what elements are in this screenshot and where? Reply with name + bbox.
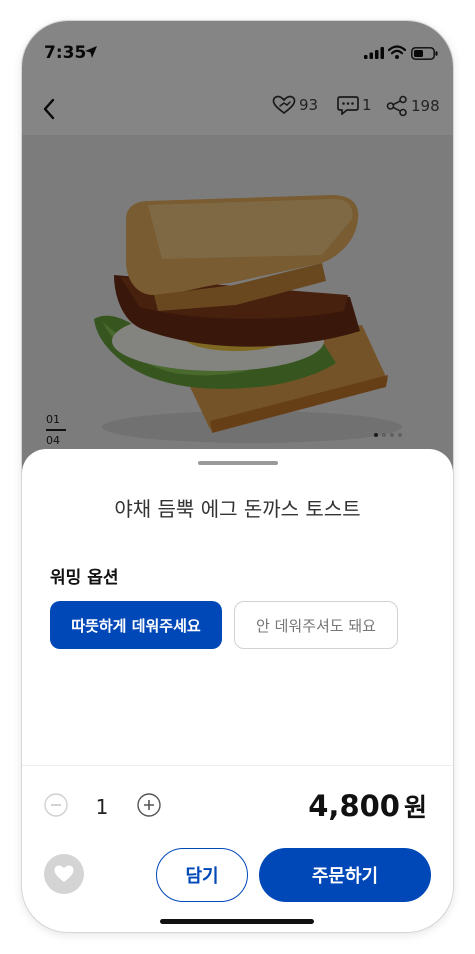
image-counter-total: 04 xyxy=(46,434,60,447)
option-warm-button[interactable]: 따뜻하게 데워주세요 xyxy=(50,601,222,649)
cellular-signal-icon xyxy=(364,47,384,59)
carousel-dot[interactable] xyxy=(382,433,386,437)
carousel-dot[interactable] xyxy=(374,433,378,437)
comment-bubble-icon xyxy=(337,96,359,115)
carousel-dot[interactable] xyxy=(398,433,402,437)
comment-stat[interactable]: 1 xyxy=(337,95,372,115)
top-bar: 93 1 198 xyxy=(22,83,453,135)
phone-frame: 7:35 93 1 198 01 04 야채 듬뿍 에그 돈까스 토스트 워밍 … xyxy=(22,21,453,932)
minus-circle-icon[interactable] xyxy=(44,793,68,817)
home-indicator xyxy=(160,919,314,924)
favorite-button[interactable] xyxy=(44,854,84,894)
image-counter-divider xyxy=(46,429,66,431)
product-title: 야채 듬뿍 에그 돈까스 토스트 xyxy=(114,497,361,521)
carousel-dots xyxy=(374,433,402,437)
image-counter-current: 01 xyxy=(46,413,60,426)
share-icon xyxy=(386,95,407,117)
back-arrow-icon[interactable] xyxy=(38,95,62,123)
plus-circle-icon[interactable] xyxy=(137,793,161,817)
share-count: 198 xyxy=(411,97,440,115)
option-bottom-sheet: 야채 듬뿍 에그 돈까스 토스트 워밍 옵션 따뜻하게 데워주세요 안 데워주셔… xyxy=(22,449,453,932)
battery-icon xyxy=(411,47,438,60)
heart-outline-icon xyxy=(272,95,296,115)
quantity-value: 1 xyxy=(95,795,109,819)
heart-filled-icon xyxy=(54,865,74,882)
price-amount: 4,800 xyxy=(308,789,400,823)
wifi-icon xyxy=(388,45,406,59)
sheet-drag-handle[interactable] xyxy=(198,461,278,465)
sandwich-photo xyxy=(94,195,402,443)
status-time: 7:35 xyxy=(44,43,87,63)
comment-count: 1 xyxy=(362,96,372,114)
price: 4,800 원 xyxy=(308,788,427,824)
warming-option-label: 워밍 옵션 xyxy=(50,568,119,588)
option-no-warm-button[interactable]: 안 데워주셔도 돼요 xyxy=(234,601,398,649)
price-currency: 원 xyxy=(403,793,427,822)
add-to-cart-button[interactable]: 담기 xyxy=(156,848,248,902)
location-arrow-icon xyxy=(85,46,97,58)
carousel-dot[interactable] xyxy=(390,433,394,437)
like-count: 93 xyxy=(299,96,319,114)
product-image-carousel[interactable]: 01 04 xyxy=(22,135,453,465)
share-stat[interactable]: 198 xyxy=(386,95,440,117)
like-stat[interactable]: 93 xyxy=(272,95,318,115)
order-footer: 1 4,800 원 담기 주문하기 xyxy=(22,765,453,932)
order-button[interactable]: 주문하기 xyxy=(259,848,431,902)
status-bar: 7:35 xyxy=(22,21,453,83)
image-counter: 01 04 xyxy=(46,413,66,447)
